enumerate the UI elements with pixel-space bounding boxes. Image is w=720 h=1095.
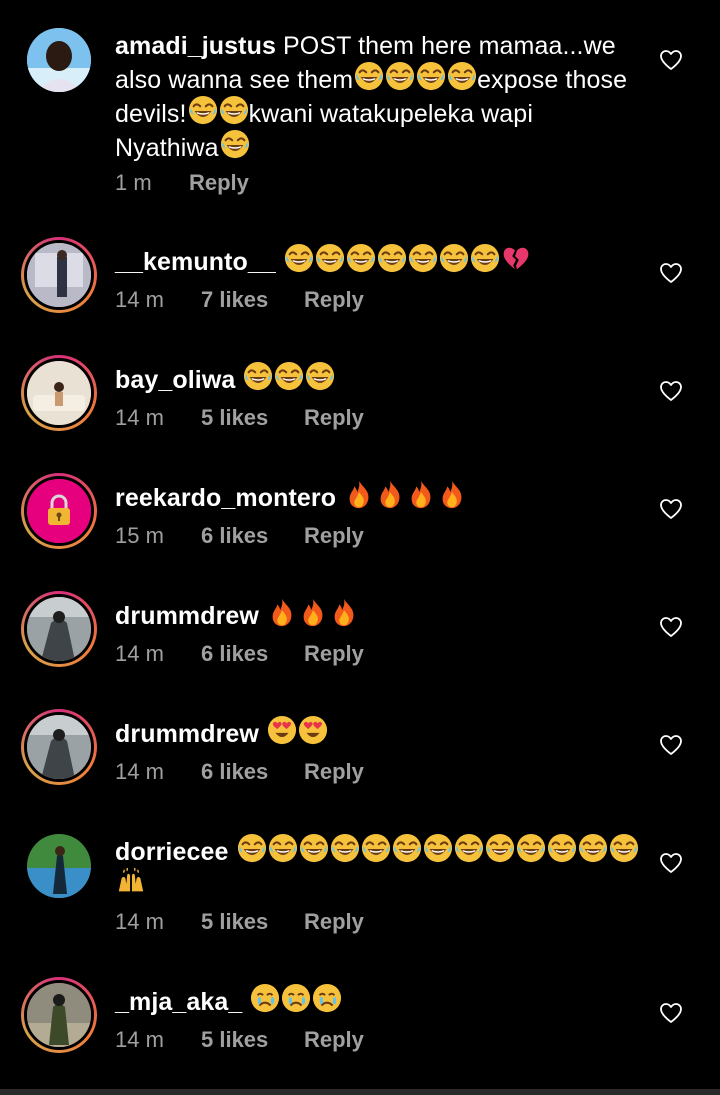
laughing-emoji-icon: [268, 833, 298, 863]
like-heart-icon[interactable]: [659, 498, 683, 520]
laughing-emoji-icon: [609, 833, 639, 863]
avatar[interactable]: [21, 709, 97, 785]
comment-username[interactable]: reekardo_montero: [115, 484, 336, 512]
likes-count[interactable]: 6 likes: [201, 641, 304, 667]
like-heart-icon[interactable]: [659, 734, 683, 756]
laughing-emoji-icon: [243, 361, 273, 391]
comment-time: 14 m: [115, 1027, 164, 1052]
fire-emoji-icon: [437, 479, 467, 509]
laughing-emoji-icon: [423, 833, 453, 863]
laughing-emoji-icon: [284, 243, 314, 273]
fire-emoji-icon: [329, 597, 359, 627]
like-heart-icon[interactable]: [659, 852, 683, 874]
laughing-emoji-icon: [447, 61, 477, 91]
laughing-emoji-icon: [485, 833, 515, 863]
laughing-emoji-icon: [547, 833, 577, 863]
fire-emoji-icon: [344, 479, 374, 509]
laughing-emoji-icon: [237, 833, 267, 863]
laughing-emoji-icon: [377, 243, 407, 273]
laughing-emoji-icon: [330, 833, 360, 863]
fire-emoji-icon: [375, 479, 405, 509]
avatar[interactable]: [21, 237, 97, 313]
likes-count[interactable]: 7 likes: [201, 287, 304, 313]
broken-heart-emoji-icon: [501, 243, 531, 273]
avatar-photo: [27, 361, 91, 425]
reply-button[interactable]: Reply: [304, 1027, 364, 1053]
comment-username[interactable]: dorriecee: [115, 838, 228, 866]
comment-time: 14 m: [115, 405, 164, 430]
comment-time: 14 m: [115, 909, 164, 934]
crying-emoji-icon: [312, 983, 342, 1013]
laughing-emoji-icon: [346, 243, 376, 273]
crying-emoji-icon: [250, 983, 280, 1013]
comment-username[interactable]: amadi_justus: [115, 32, 276, 60]
avatar-photo: [27, 834, 91, 898]
likes-count[interactable]: 5 likes: [201, 1027, 304, 1053]
comment-time: 14 m: [115, 287, 164, 312]
laughing-emoji-icon: [416, 61, 446, 91]
avatar-photo: [27, 983, 91, 1047]
avatar[interactable]: [27, 28, 91, 92]
reply-button[interactable]: Reply: [189, 170, 249, 196]
laughing-emoji-icon: [578, 833, 608, 863]
laughing-emoji-icon: [219, 95, 249, 125]
likes-count[interactable]: 5 likes: [201, 405, 304, 431]
laughing-emoji-icon: [188, 95, 218, 125]
likes-count[interactable]: 6 likes: [201, 759, 304, 785]
avatar[interactable]: [21, 591, 97, 667]
laughing-emoji-icon: [408, 243, 438, 273]
like-heart-icon[interactable]: [659, 1002, 683, 1024]
laughing-emoji-icon: [470, 243, 500, 273]
lock-icon: [27, 479, 91, 543]
comment-time: 14 m: [115, 759, 164, 784]
comment-time: 14 m: [115, 641, 164, 666]
reply-button[interactable]: Reply: [304, 759, 364, 785]
laughing-emoji-icon: [361, 833, 391, 863]
like-heart-icon[interactable]: [659, 262, 683, 284]
laughing-emoji-icon: [315, 243, 345, 273]
laughing-emoji-icon: [516, 833, 546, 863]
fire-emoji-icon: [406, 479, 436, 509]
laughing-emoji-icon: [454, 833, 484, 863]
comment-username[interactable]: __kemunto__: [115, 248, 276, 276]
laughing-emoji-icon: [354, 61, 384, 91]
heart-eyes-emoji-icon: [267, 715, 297, 745]
avatar-photo: [27, 597, 91, 661]
like-heart-icon[interactable]: [659, 49, 683, 71]
reply-button[interactable]: Reply: [304, 405, 364, 431]
like-heart-icon[interactable]: [659, 616, 683, 638]
comment-time: 15 m: [115, 523, 164, 548]
comment-username[interactable]: drummdrew: [115, 720, 259, 748]
reply-button[interactable]: Reply: [304, 523, 364, 549]
reply-button[interactable]: Reply: [304, 287, 364, 313]
laughing-emoji-icon: [392, 833, 422, 863]
laughing-emoji-icon: [299, 833, 329, 863]
crying-emoji-icon: [281, 983, 311, 1013]
reply-button[interactable]: Reply: [304, 641, 364, 667]
avatar-photo: [27, 715, 91, 779]
comment-username[interactable]: bay_oliwa: [115, 366, 235, 394]
fire-emoji-icon: [267, 597, 297, 627]
avatar[interactable]: [21, 473, 97, 549]
heart-eyes-emoji-icon: [298, 715, 328, 745]
reply-button[interactable]: Reply: [304, 909, 364, 935]
raised-hands-emoji-icon: [116, 867, 146, 897]
laughing-emoji-icon: [385, 61, 415, 91]
laughing-emoji-icon: [305, 361, 335, 391]
laughing-emoji-icon: [439, 243, 469, 273]
laughing-emoji-icon: [220, 129, 250, 159]
bottom-divider: [0, 1089, 720, 1095]
avatar[interactable]: [27, 834, 91, 898]
comment-username[interactable]: drummdrew: [115, 602, 259, 630]
like-heart-icon[interactable]: [659, 380, 683, 402]
laughing-emoji-icon: [274, 361, 304, 391]
likes-count[interactable]: 6 likes: [201, 523, 304, 549]
comment-username[interactable]: _mja_aka_: [115, 988, 242, 1016]
fire-emoji-icon: [298, 597, 328, 627]
avatar-photo: [27, 28, 91, 92]
avatar-photo: [27, 243, 91, 307]
avatar[interactable]: [21, 355, 97, 431]
likes-count[interactable]: 5 likes: [201, 909, 304, 935]
avatar[interactable]: [21, 977, 97, 1053]
